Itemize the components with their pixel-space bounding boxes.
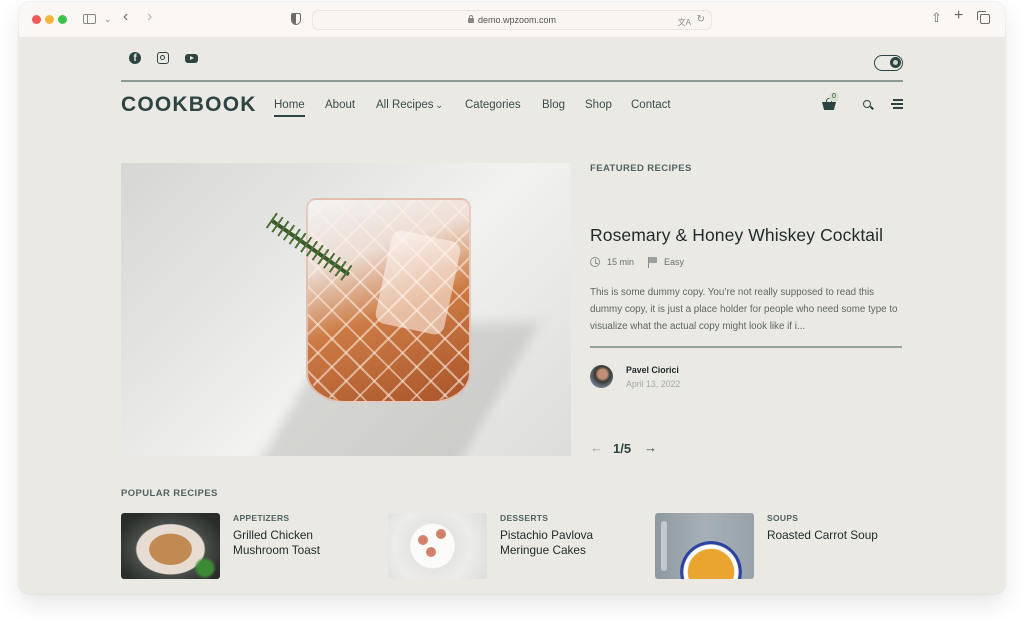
featured-recipe-title[interactable]: Rosemary & Honey Whiskey Cocktail xyxy=(590,225,883,246)
youtube-icon[interactable] xyxy=(185,54,198,63)
clock-icon xyxy=(590,257,600,267)
translate-icon[interactable]: 文A xyxy=(678,14,691,32)
prep-time: 15 min xyxy=(607,257,635,267)
header-divider xyxy=(121,80,903,82)
flag-icon xyxy=(648,257,658,268)
menu-line xyxy=(891,103,903,105)
featured-recipe-image[interactable] xyxy=(121,163,571,456)
slider-prev-arrow-icon[interactable]: ← xyxy=(590,440,603,455)
recipe-title[interactable]: Pistachio Pavlova Meringue Cakes xyxy=(500,528,630,558)
active-nav-indicator xyxy=(274,115,305,117)
new-tab-icon[interactable]: + xyxy=(954,8,963,24)
search-icon[interactable] xyxy=(863,100,871,108)
sidebar-icon[interactable] xyxy=(83,14,96,24)
browser-toolbar: ⌄ ‹ › demo.wpzoom.com 文A ↻ ⇧ + xyxy=(19,2,1005,38)
web-page: f COOKBOOK Home About All Recipes ⌄ Categ… xyxy=(19,38,1005,594)
recipe-title[interactable]: Grilled Chicken Mushroom Toast xyxy=(233,528,363,558)
close-window-button[interactable] xyxy=(32,15,41,24)
recipe-thumbnail[interactable] xyxy=(655,513,754,579)
nav-all-recipes-label: All Recipes xyxy=(376,99,434,111)
cart-count-badge: 0 xyxy=(829,92,839,102)
chevron-down-icon[interactable]: ⌄ xyxy=(104,13,112,25)
recipe-thumbnail[interactable] xyxy=(121,513,220,579)
recipe-category[interactable]: DESSERTS xyxy=(500,513,548,523)
featured-section-label: FEATURED RECIPES xyxy=(590,163,692,174)
site-logo[interactable]: COOKBOOK xyxy=(121,93,257,117)
forward-icon[interactable]: › xyxy=(147,9,152,25)
nav-contact[interactable]: Contact xyxy=(631,99,671,111)
author-name[interactable]: Pavel Ciorici xyxy=(626,365,679,375)
zoom-window-button[interactable] xyxy=(58,15,67,24)
share-icon[interactable]: ⇧ xyxy=(931,11,942,24)
slider-counter: 1/5 xyxy=(613,441,632,456)
browser-window: ⌄ ‹ › demo.wpzoom.com 文A ↻ ⇧ + f COOKBOO… xyxy=(19,2,1005,594)
nav-all-recipes[interactable]: All Recipes ⌄ xyxy=(376,99,443,111)
popular-section-label: POPULAR RECIPES xyxy=(121,488,218,499)
toggle-knob-icon xyxy=(890,57,901,68)
nav-categories[interactable]: Categories xyxy=(465,99,521,111)
nav-blog[interactable]: Blog xyxy=(542,99,565,111)
nav-about[interactable]: About xyxy=(325,99,355,111)
recipe-category[interactable]: SOUPS xyxy=(767,513,798,523)
shield-icon[interactable] xyxy=(291,13,301,25)
lock-icon xyxy=(467,15,474,23)
author-divider xyxy=(590,346,902,348)
author-avatar xyxy=(590,365,613,388)
slider-next-arrow-icon[interactable]: → xyxy=(644,440,657,455)
reload-icon[interactable]: ↻ xyxy=(697,11,705,29)
recipe-category[interactable]: APPETIZERS xyxy=(233,513,289,523)
minimize-window-button[interactable] xyxy=(45,15,54,24)
hamburger-menu-icon[interactable] xyxy=(891,99,903,109)
nav-home[interactable]: Home xyxy=(274,99,305,111)
facebook-icon[interactable]: f xyxy=(129,52,141,64)
post-date: April 13, 2022 xyxy=(626,379,681,389)
back-icon[interactable]: ‹ xyxy=(123,9,128,25)
address-bar[interactable]: demo.wpzoom.com 文A ↻ xyxy=(312,10,712,30)
tabs-overview-icon[interactable] xyxy=(977,11,990,24)
menu-line xyxy=(893,99,903,101)
instagram-icon[interactable] xyxy=(157,52,169,64)
url-text: demo.wpzoom.com xyxy=(477,15,557,25)
difficulty: Easy xyxy=(664,257,685,267)
recipe-title[interactable]: Roasted Carrot Soup xyxy=(767,528,917,543)
recipe-excerpt: This is some dummy copy. You’re not real… xyxy=(590,287,898,332)
recipe-thumbnail[interactable] xyxy=(388,513,487,579)
dark-mode-toggle[interactable] xyxy=(874,55,903,71)
chevron-down-icon: ⌄ xyxy=(435,100,444,110)
menu-line xyxy=(893,107,903,109)
nav-shop[interactable]: Shop xyxy=(585,99,612,111)
basket-icon xyxy=(822,102,836,110)
